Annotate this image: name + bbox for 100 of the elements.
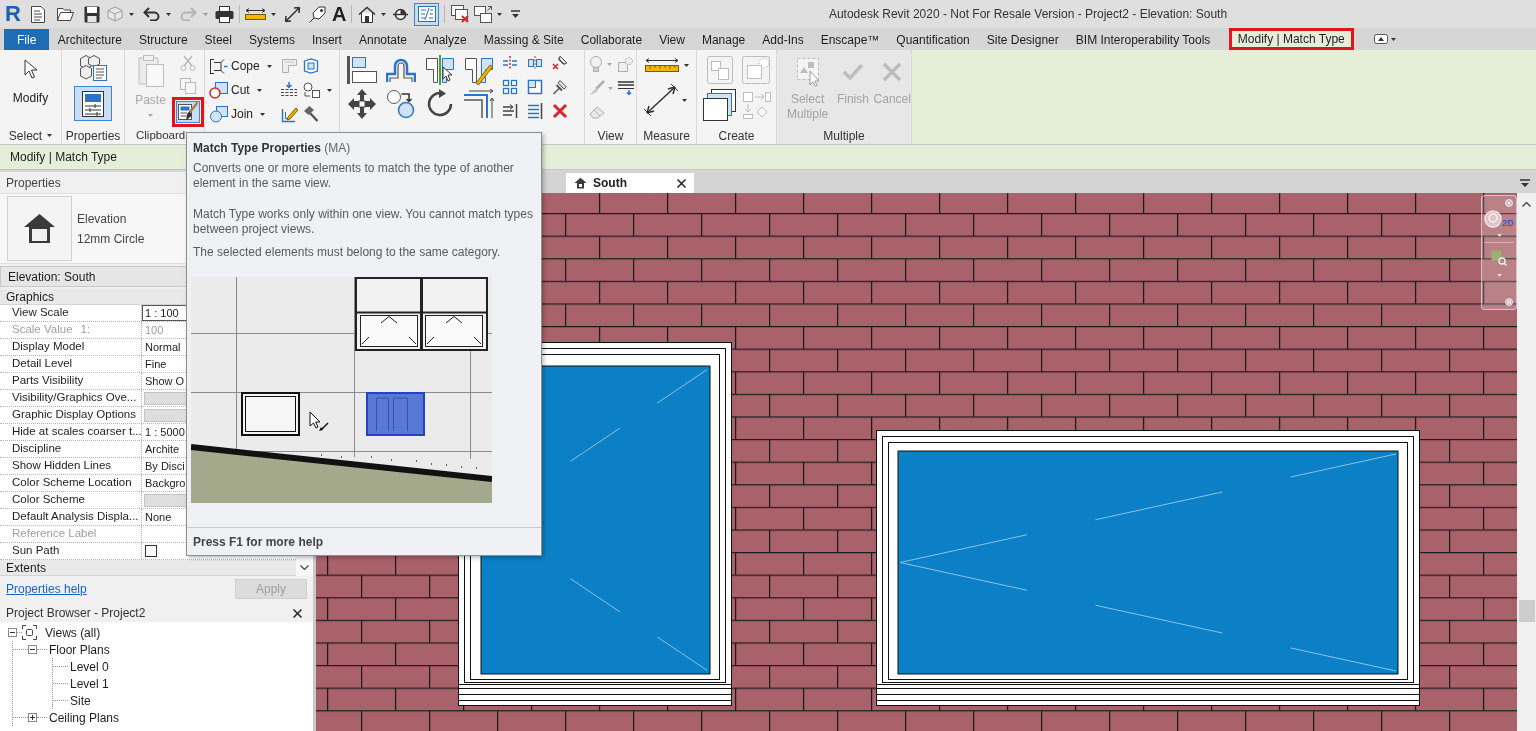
customize-menu-icon[interactable] [511, 10, 520, 18]
tree-item[interactable]: Level 1 [70, 674, 109, 693]
stacked-sheets-icon[interactable] [702, 89, 737, 121]
ribbon-tab[interactable]: Annotate [350, 29, 416, 50]
cut-button[interactable]: Cut [209, 78, 277, 102]
collapse-icon[interactable] [8, 628, 17, 637]
ribbon-tab[interactable]: Modify | Match Type [1231, 31, 1351, 47]
pencil-icon[interactable] [280, 105, 298, 123]
property-value[interactable]: Show O [142, 372, 185, 390]
type-properties-icon[interactable] [79, 54, 107, 81]
ribbon-tab[interactable]: BIM Interoperability Tools [1067, 29, 1219, 50]
scale-icon[interactable] [527, 79, 543, 95]
modify-button[interactable]: Modify [12, 59, 49, 109]
properties-button[interactable] [74, 86, 112, 121]
caret-icon[interactable] [270, 12, 276, 16]
move-arrows-icon[interactable] [346, 88, 378, 120]
unpin-icon[interactable] [552, 55, 568, 71]
caret-icon[interactable] [47, 134, 53, 137]
save-icon[interactable] [83, 5, 100, 23]
ribbon-tab[interactable]: Enscape™ [812, 29, 888, 50]
property-value[interactable]: By Disci [142, 457, 185, 475]
ribbon-tab[interactable]: Steel [196, 29, 241, 50]
delete-icon[interactable] [552, 103, 568, 119]
properties-help-link[interactable]: Properties help [6, 580, 87, 598]
scrollbar-thumb[interactable] [1518, 600, 1535, 622]
wall-profile-icon[interactable] [303, 58, 319, 74]
property-value[interactable]: 1 : 5000 [142, 423, 185, 441]
expand-icon[interactable] [28, 713, 37, 722]
options-icon[interactable] [1505, 298, 1513, 306]
rotate-icon[interactable] [425, 89, 455, 119]
property-value[interactable]: Backgro [142, 474, 186, 492]
split-icon[interactable] [502, 55, 518, 71]
caret-icon[interactable] [381, 12, 387, 16]
split-gap-icon[interactable] [527, 55, 543, 71]
join-button[interactable]: Join [209, 102, 277, 126]
checkbox[interactable] [145, 545, 157, 557]
align-icon[interactable] [347, 55, 377, 85]
caret-icon[interactable] [266, 64, 272, 68]
scroll-up-icon[interactable] [1522, 202, 1531, 207]
properties-icon[interactable] [82, 90, 104, 117]
cope-icon[interactable] [209, 57, 228, 75]
array-icon[interactable] [502, 79, 518, 95]
property-field[interactable]: 1 : 100 [142, 305, 188, 321]
caret-icon[interactable] [497, 12, 502, 16]
property-value[interactable]: None [142, 508, 172, 526]
cursor-icon[interactable] [23, 59, 38, 79]
ribbon-tab[interactable]: Structure [130, 29, 197, 50]
text-tool-button[interactable]: A [331, 4, 347, 24]
tab-menu-icon[interactable] [1520, 178, 1530, 187]
mirror-axis-icon[interactable] [425, 55, 455, 85]
ribbon-tab[interactable]: Site Designer [978, 29, 1068, 50]
cope-button[interactable]: Cope [209, 54, 277, 78]
folder-icon[interactable] [56, 7, 74, 21]
caret-icon[interactable] [260, 112, 265, 116]
undo-icon[interactable] [142, 7, 160, 21]
trim-lines-icon[interactable] [527, 103, 543, 119]
tree-item[interactable]: Floor Plans [49, 640, 110, 659]
caret-icon[interactable] [128, 12, 134, 16]
copy-circles-icon[interactable] [386, 89, 416, 119]
property-value[interactable]: Archite [142, 440, 180, 458]
ribbon-tab[interactable]: Collaborate [572, 29, 651, 50]
mirror-pencil-icon[interactable] [464, 55, 494, 85]
tag-icon[interactable] [308, 5, 326, 23]
linework-icon[interactable] [617, 81, 635, 95]
close-icon[interactable] [293, 608, 302, 618]
ruler-icon[interactable] [644, 58, 680, 72]
diagonal-dimension-icon[interactable] [644, 84, 678, 116]
scroll-down-icon[interactable] [300, 565, 309, 570]
ribbon-tab[interactable]: Manage [693, 29, 754, 50]
ribbon-tab[interactable]: Quantification [887, 29, 979, 50]
close-icon[interactable] [677, 178, 686, 188]
trim-extend-icon[interactable] [463, 89, 495, 119]
offset-icon[interactable] [386, 57, 416, 83]
tree-item[interactable]: Views (all) [45, 623, 101, 642]
section-marker-icon[interactable] [393, 6, 409, 22]
extend-icon[interactable] [502, 103, 518, 119]
ribbon-tab[interactable]: Insert [303, 29, 351, 50]
caret-icon[interactable] [684, 63, 689, 67]
dashed-lines-icon[interactable] [280, 82, 298, 98]
collapse-icon[interactable] [28, 645, 37, 654]
tree-item[interactable]: Ceiling Plans [49, 708, 120, 727]
pin-icon[interactable] [552, 79, 568, 95]
house-icon[interactable] [358, 5, 377, 23]
caret-icon[interactable] [256, 88, 262, 92]
ribbon-tab[interactable]: View [650, 29, 694, 50]
caret-icon[interactable] [165, 12, 171, 16]
zoom-icon[interactable] [1491, 250, 1507, 266]
document-icon[interactable] [30, 5, 45, 23]
dimension-icon[interactable] [244, 8, 266, 20]
ribbon-tab[interactable]: Analyze [415, 29, 476, 50]
section-header[interactable]: Extents [0, 560, 296, 576]
cut-geometry-icon[interactable] [209, 81, 228, 99]
property-value[interactable]: Normal [142, 338, 181, 356]
ribbon-toggle-icon[interactable] [1373, 34, 1388, 44]
ribbon-tab[interactable]: Architecture [49, 29, 131, 50]
hammer-icon[interactable] [303, 106, 319, 122]
switch-windows-icon[interactable] [474, 5, 492, 23]
tree-item[interactable]: Level 0 [70, 657, 109, 676]
file-tab[interactable]: File [4, 29, 50, 50]
wheel-icon[interactable] [1484, 210, 1503, 228]
